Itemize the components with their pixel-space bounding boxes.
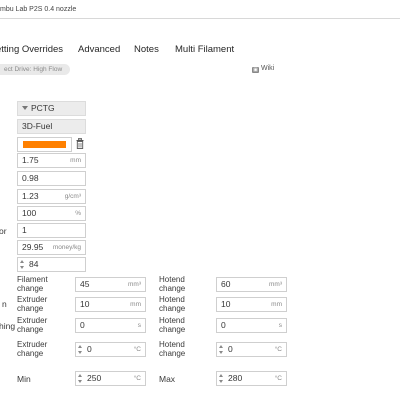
field-value: 0	[221, 320, 226, 330]
row3-left-label: Extruder change	[17, 316, 48, 334]
field-unit: mm	[70, 157, 81, 164]
extruder-change-time-input[interactable]: 0 s	[75, 318, 146, 333]
filament-vendor-field[interactable]: 3D-Fuel	[17, 119, 86, 134]
filament-change-volume-input[interactable]: 45 mm³	[75, 277, 146, 292]
field-unit: °C	[274, 346, 282, 353]
spinner-arrows-icon[interactable]	[219, 345, 223, 354]
row4-left-label: Extruder change	[17, 340, 48, 358]
tab-advanced[interactable]: Advanced	[78, 44, 120, 55]
max-label: Max	[159, 374, 176, 384]
tab-setting-overrides[interactable]: etting Overrides	[0, 44, 63, 55]
hotend-change-length-input[interactable]: 10 mm	[216, 297, 287, 312]
field-value: 250	[87, 373, 102, 383]
hotend-change-volume-input[interactable]: 60 mm³	[216, 277, 287, 292]
field-unit: g/cm³	[64, 193, 81, 200]
row2-left-label: Extruder change	[17, 295, 48, 313]
field-value: 1.23	[22, 191, 39, 201]
field-unit: °C	[274, 375, 282, 382]
color-swatch	[23, 141, 66, 148]
field-value: 84	[29, 259, 39, 269]
row1-left-label: Filament change	[17, 275, 48, 293]
field-value: 10	[80, 299, 90, 309]
trash-icon[interactable]	[75, 138, 85, 150]
field-value: 1	[22, 225, 27, 235]
min-label: Min	[17, 374, 31, 384]
field-unit: mm	[271, 301, 282, 308]
field-value: 0	[80, 320, 85, 330]
field-unit: °C	[133, 346, 141, 353]
field-value: 29.95	[22, 242, 44, 252]
field-value: 0	[228, 344, 233, 354]
chevron-down-icon	[22, 106, 28, 110]
flow-ratio-input[interactable]: 0.98	[17, 171, 86, 186]
hotend-change-temp-input[interactable]: 0 °C	[216, 342, 287, 357]
wiki-icon: ▣	[252, 67, 259, 73]
cut-label-hing: hing	[0, 321, 16, 331]
density-input[interactable]: 1.23 g/cm³	[17, 189, 86, 204]
field-unit: mm³	[269, 281, 282, 288]
field-value: 0	[87, 344, 92, 354]
field-value: 0.98	[22, 173, 39, 183]
field-unit: mm	[130, 301, 141, 308]
compatibility-badge: ect Drive: High Flow	[0, 64, 70, 75]
price-input[interactable]: 29.95 money/kg	[17, 240, 86, 255]
spinner-arrows-icon[interactable]	[20, 260, 24, 269]
cut-label-or: or	[0, 226, 7, 236]
field-value: 100	[22, 208, 37, 218]
field-unit: money/kg	[52, 244, 81, 251]
tab-multi-filament[interactable]: Multi Filament	[175, 44, 234, 55]
softening-temp-input[interactable]: 84	[17, 257, 86, 272]
hotend-change-time-input[interactable]: 0 s	[216, 318, 287, 333]
max-temp-input[interactable]: 280 °C	[216, 371, 287, 386]
header-divider	[0, 18, 400, 19]
field-value: 60	[221, 279, 231, 289]
field-unit: s	[137, 322, 141, 329]
tab-notes[interactable]: Notes	[134, 44, 159, 55]
field-value: 280	[228, 373, 243, 383]
spinner-arrows-icon[interactable]	[78, 374, 82, 383]
row3-right-label: Hotend change	[159, 316, 186, 334]
row2-right-label: Hotend change	[159, 295, 186, 313]
extruder-change-length-input[interactable]: 10 mm	[75, 297, 146, 312]
flow-factor-input[interactable]: 1	[17, 223, 86, 238]
min-temp-input[interactable]: 250 °C	[75, 371, 146, 386]
row4-right-label: Hotend change	[159, 340, 186, 358]
field-unit: %	[75, 210, 81, 217]
spinner-arrows-icon[interactable]	[219, 374, 223, 383]
field-unit: s	[278, 322, 282, 329]
field-value: 45	[80, 279, 90, 289]
field-value: 1.75	[22, 155, 39, 165]
extruder-change-temp-input[interactable]: 0 °C	[75, 342, 146, 357]
wiki-link[interactable]: ▣ Wiki	[252, 65, 274, 73]
field-unit: mm³	[128, 281, 141, 288]
field-value: 10	[221, 299, 231, 309]
window-title: mbu Lab P2S 0.4 nozzle	[0, 6, 77, 13]
wiki-label: Wiki	[261, 65, 275, 72]
field-unit: °C	[133, 375, 141, 382]
filament-vendor-value: 3D-Fuel	[22, 121, 53, 131]
filament-color-button[interactable]	[17, 137, 72, 152]
spinner-arrows-icon[interactable]	[78, 345, 82, 354]
cut-label-n: n	[2, 299, 7, 309]
shrinkage-input[interactable]: 100 %	[17, 206, 86, 221]
filament-type-value: PCTG	[31, 103, 55, 113]
filament-type-dropdown[interactable]: PCTG	[17, 101, 86, 116]
row1-right-label: Hotend change	[159, 275, 186, 293]
filament-diameter-input[interactable]: 1.75 mm	[17, 153, 86, 168]
